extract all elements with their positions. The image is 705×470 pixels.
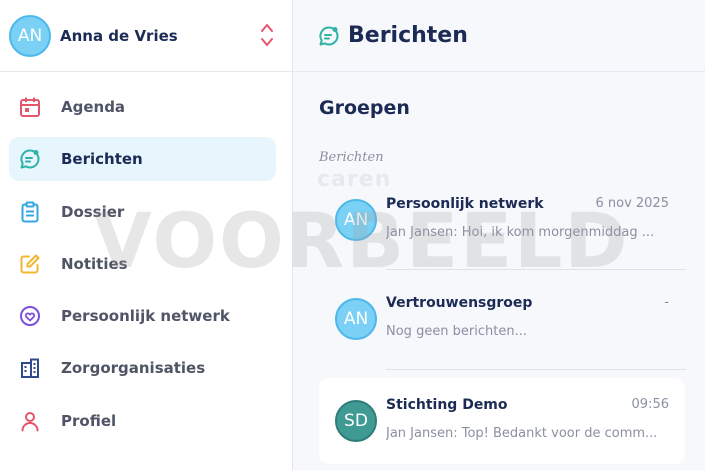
person-icon — [19, 410, 41, 432]
clipboard-icon — [19, 201, 41, 223]
sidebar-item-label: Notities — [61, 254, 128, 273]
sidebar-item-label: Agenda — [61, 98, 126, 116]
avatar: AN — [9, 14, 51, 57]
conversation-name: Vertrouwensgroep — [386, 295, 533, 311]
main-panel: Berichten Groepen Berichten caren AN Per… — [293, 0, 705, 470]
sidebar-item-agenda[interactable]: Agenda — [9, 85, 276, 129]
user-switcher[interactable]: AN Anna de Vries — [0, 0, 292, 72]
sidebar-item-persoonlijk-netwerk[interactable]: Persoonlijk netwerk — [9, 294, 276, 338]
conversation-time: - — [664, 295, 669, 310]
divider — [386, 369, 686, 370]
sidebar-item-berichten[interactable]: Berichten — [9, 137, 276, 182]
user-name: Anna de Vries — [60, 26, 178, 45]
building-icon — [19, 357, 41, 379]
conversation-name: Stichting Demo — [386, 397, 508, 413]
sidebar-item-label: Berichten — [61, 150, 143, 169]
conversation-time: 6 nov 2025 — [595, 196, 669, 211]
conversation-preview: Jan Jansen: Hoi, ik kom morgenmiddag ... — [386, 225, 655, 240]
conversation-item[interactable]: AN Vertrouwensgroep - Nog geen berichten… — [319, 276, 685, 362]
chat-icon — [318, 25, 340, 47]
sidebar-item-dossier[interactable]: Dossier — [9, 190, 276, 234]
section-title: Groepen — [319, 97, 410, 119]
chat-icon — [19, 148, 41, 170]
conversation-preview: Jan Jansen: Top! Bedankt voor de comm... — [386, 426, 658, 441]
chevron-up-down-icon[interactable] — [260, 22, 274, 48]
conversation-preview: Nog geen berichten... — [386, 324, 528, 339]
conversation-name: Persoonlijk netwerk — [386, 196, 544, 212]
conversation-item[interactable]: SD Stichting Demo 09:56 Jan Jansen: Top!… — [319, 378, 685, 464]
sidebar: AN Anna de Vries Agenda Berichten Dossie… — [0, 0, 293, 470]
calendar-icon — [19, 96, 41, 118]
sidebar-item-label: Profiel — [61, 411, 117, 430]
avatar: AN — [335, 298, 377, 340]
sidebar-item-label: Persoonlijk netwerk — [61, 307, 230, 326]
avatar: SD — [335, 400, 377, 442]
sidebar-item-label: Zorgorganisaties — [61, 359, 206, 378]
heart-circle-icon — [19, 305, 41, 327]
sidebar-item-notities[interactable]: Notities — [9, 242, 276, 286]
conversation-item[interactable]: AN Persoonlijk netwerk 6 nov 2025 Jan Ja… — [319, 177, 685, 263]
avatar: AN — [335, 199, 377, 241]
page-header: Berichten — [293, 0, 705, 72]
group-label: Berichten — [319, 150, 384, 165]
sidebar-item-profiel[interactable]: Profiel — [9, 399, 276, 443]
sidebar-item-zorgorganisaties[interactable]: Zorgorganisaties — [9, 346, 276, 390]
note-edit-icon — [19, 253, 41, 275]
conversation-time: 09:56 — [631, 397, 669, 412]
sidebar-nav: Agenda Berichten Dossier Notities Persoo… — [9, 85, 276, 451]
page-title: Berichten — [348, 23, 468, 48]
sidebar-item-label: Dossier — [61, 202, 125, 221]
divider — [386, 269, 686, 270]
